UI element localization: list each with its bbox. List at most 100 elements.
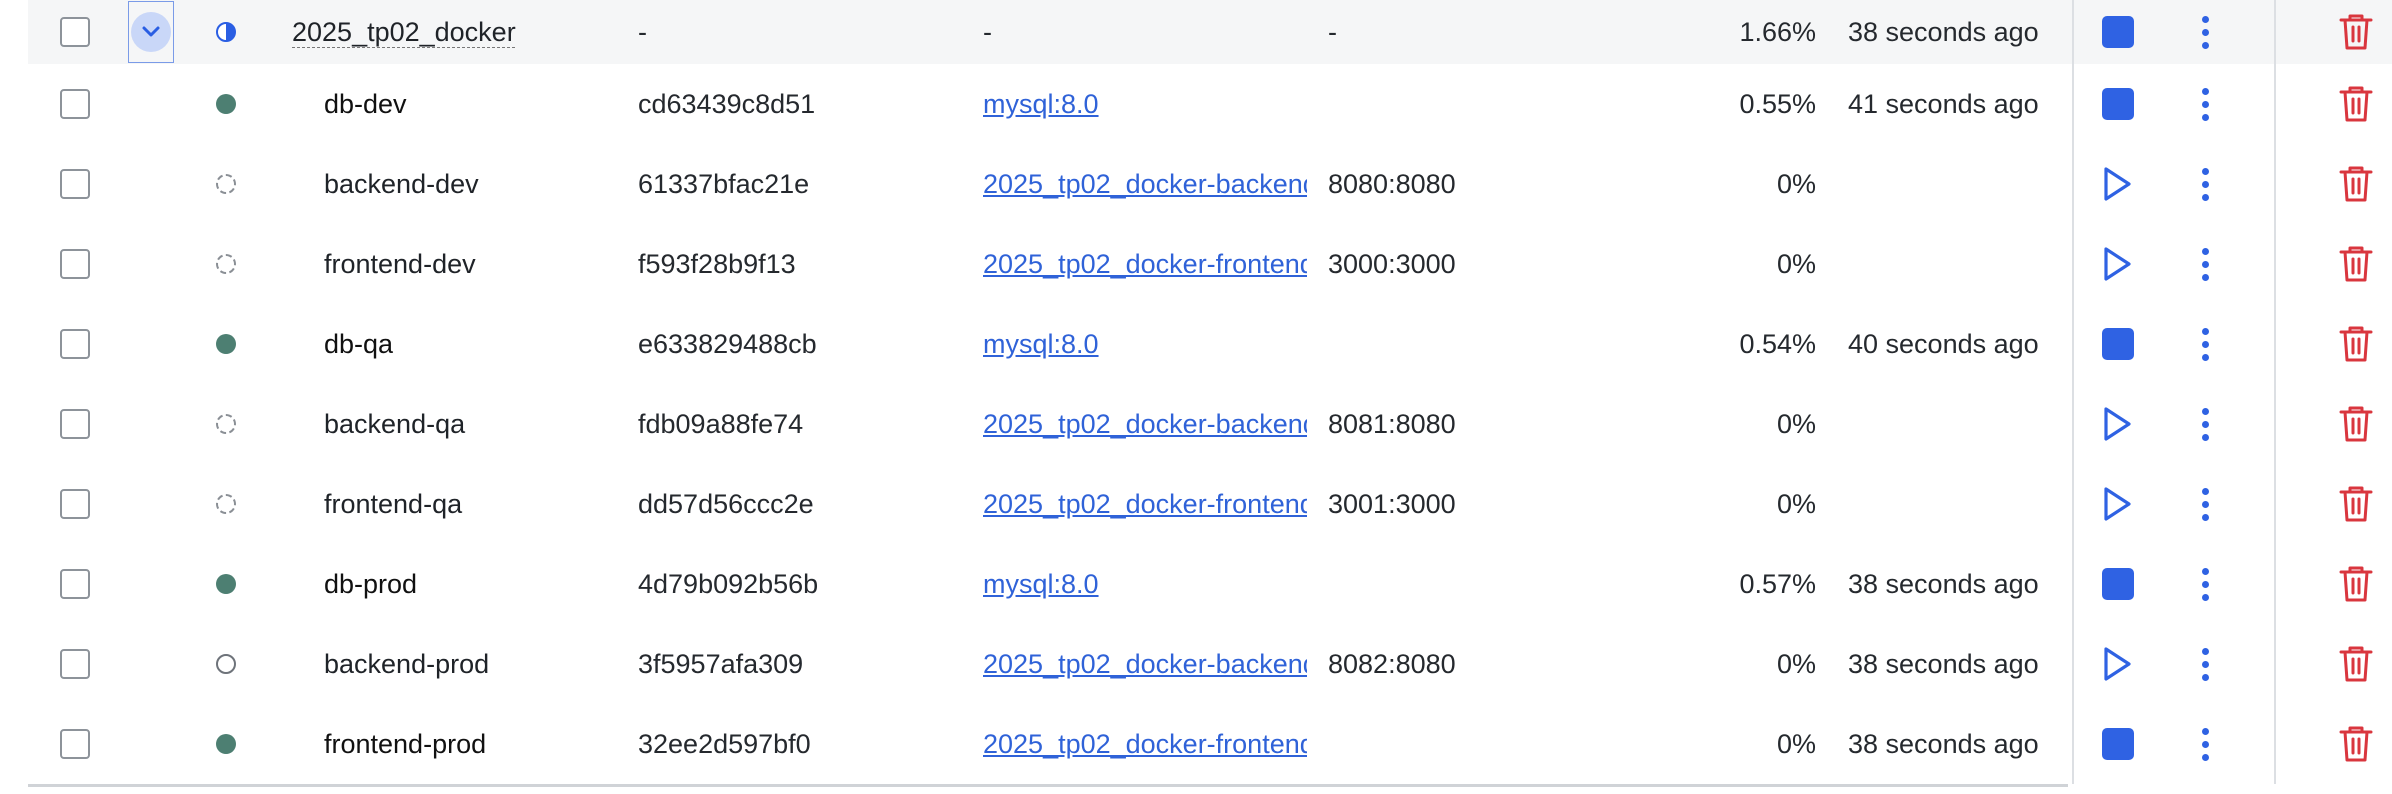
status-exited-icon — [216, 254, 236, 274]
select-checkbox[interactable] — [60, 169, 90, 199]
image-link[interactable]: 2025_tp02_docker-backend — [983, 384, 1307, 464]
divider — [2072, 544, 2074, 624]
select-checkbox[interactable] — [60, 649, 90, 679]
container-name[interactable]: backend-qa — [324, 384, 465, 464]
cpu: 0% — [1776, 248, 1816, 279]
expand-toggle[interactable] — [128, 1, 174, 63]
play-icon[interactable] — [2102, 406, 2132, 442]
compose-group-row[interactable]: 2025_tp02_docker - - - 1.66% 38 seconds … — [28, 0, 2392, 64]
status-cell — [216, 304, 236, 384]
container-row[interactable]: backend-prod 3f5957afa309 2025_tp02_dock… — [28, 624, 2392, 704]
status-running-icon — [216, 334, 236, 354]
last-started: 38 seconds ago — [1848, 16, 2039, 47]
select-checkbox[interactable] — [60, 17, 90, 47]
play-icon[interactable] — [2102, 246, 2132, 282]
cpu: 0% — [1776, 408, 1816, 439]
kebab-menu-icon[interactable] — [2202, 87, 2209, 121]
container-row[interactable]: frontend-qa dd57d56ccc2e 2025_tp02_docke… — [28, 464, 2392, 544]
container-row[interactable]: db-dev cd63439c8d51 mysql:8.0 0.55% 41 s… — [28, 64, 2392, 144]
action-cell — [2102, 464, 2132, 544]
trash-icon[interactable] — [2339, 165, 2373, 203]
trash-icon[interactable] — [2339, 725, 2373, 763]
select-checkbox[interactable] — [60, 249, 90, 279]
trash-icon[interactable] — [2339, 405, 2373, 443]
trash-icon[interactable] — [2339, 565, 2373, 603]
trash-icon[interactable] — [2339, 13, 2373, 51]
divider — [2274, 544, 2276, 624]
image-link[interactable]: 2025_tp02_docker-backend — [983, 144, 1307, 224]
container-row[interactable]: backend-dev 61337bfac21e 2025_tp02_docke… — [28, 144, 2392, 224]
kebab-menu-icon[interactable] — [2202, 487, 2209, 521]
ports[interactable]: 8082:8080 — [1328, 624, 1456, 704]
container-id: 32ee2d597bf0 — [638, 728, 811, 759]
kebab-menu-icon[interactable] — [2202, 167, 2209, 201]
stop-icon[interactable] — [2102, 88, 2134, 120]
more-cell — [2202, 384, 2209, 464]
container-name[interactable]: frontend-prod — [324, 704, 486, 784]
kebab-menu-icon[interactable] — [2202, 247, 2209, 281]
cpu: 1.66% — [1739, 16, 1816, 47]
divider — [2072, 624, 2074, 704]
cpu: 0.55% — [1739, 88, 1816, 119]
cpu: 0% — [1776, 648, 1816, 679]
ports[interactable]: 8080:8080 — [1328, 144, 1456, 224]
stop-icon[interactable] — [2102, 568, 2134, 600]
trash-icon[interactable] — [2339, 245, 2373, 283]
delete-cell — [2339, 704, 2373, 784]
container-row[interactable]: db-qa e633829488cb mysql:8.0 0.54% 40 se… — [28, 304, 2392, 384]
kebab-menu-icon[interactable] — [2202, 327, 2209, 361]
play-icon[interactable] — [2102, 486, 2132, 522]
select-checkbox[interactable] — [60, 329, 90, 359]
select-checkbox[interactable] — [60, 489, 90, 519]
select-checkbox-cell — [60, 704, 90, 784]
stop-icon[interactable] — [2102, 728, 2134, 760]
group-name[interactable]: 2025_tp02_docker — [292, 0, 516, 64]
kebab-menu-icon[interactable] — [2202, 567, 2209, 601]
ports[interactable]: 8081:8080 — [1328, 384, 1456, 464]
container-name[interactable]: backend-dev — [324, 144, 479, 224]
container-name[interactable]: backend-prod — [324, 624, 489, 704]
kebab-menu-icon[interactable] — [2202, 15, 2209, 49]
select-checkbox[interactable] — [60, 89, 90, 119]
trash-icon[interactable] — [2339, 325, 2373, 363]
image-link[interactable]: 2025_tp02_docker-backend — [983, 624, 1307, 704]
container-row[interactable]: db-prod 4d79b092b56b mysql:8.0 0.57% 38 … — [28, 544, 2392, 624]
container-name[interactable]: frontend-dev — [324, 224, 476, 304]
image-link[interactable]: 2025_tp02_docker-frontend — [983, 224, 1307, 304]
select-checkbox[interactable] — [60, 409, 90, 439]
container-name[interactable]: db-prod — [324, 544, 417, 624]
image-link[interactable]: mysql:8.0 — [983, 64, 1099, 144]
container-row[interactable]: frontend-dev f593f28b9f13 2025_tp02_dock… — [28, 224, 2392, 304]
play-icon[interactable] — [2102, 646, 2132, 682]
trash-icon[interactable] — [2339, 85, 2373, 123]
container-name[interactable]: frontend-qa — [324, 464, 462, 544]
kebab-menu-icon[interactable] — [2202, 407, 2209, 441]
container-row[interactable]: backend-qa fdb09a88fe74 2025_tp02_docker… — [28, 384, 2392, 464]
ports[interactable]: 3001:3000 — [1328, 464, 1456, 544]
ports: - — [1328, 16, 1337, 47]
action-cell — [2102, 144, 2132, 224]
image-link[interactable]: 2025_tp02_docker-frontend — [983, 704, 1307, 784]
play-icon[interactable] — [2102, 166, 2132, 202]
trash-icon[interactable] — [2339, 645, 2373, 683]
trash-icon[interactable] — [2339, 485, 2373, 523]
container-name[interactable]: db-dev — [324, 64, 407, 144]
action-cell — [2102, 304, 2134, 384]
stop-icon[interactable] — [2102, 328, 2134, 360]
kebab-menu-icon[interactable] — [2202, 727, 2209, 761]
select-checkbox-cell — [60, 384, 90, 464]
more-cell — [2202, 544, 2209, 624]
image-link[interactable]: 2025_tp02_docker-frontend — [983, 464, 1307, 544]
more-cell — [2202, 464, 2209, 544]
image-link[interactable]: mysql:8.0 — [983, 304, 1099, 384]
container-name[interactable]: db-qa — [324, 304, 393, 384]
select-checkbox[interactable] — [60, 569, 90, 599]
select-checkbox[interactable] — [60, 729, 90, 759]
cpu: 0% — [1776, 728, 1816, 759]
stop-icon[interactable] — [2102, 16, 2134, 48]
container-row[interactable]: frontend-prod 32ee2d597bf0 2025_tp02_doc… — [28, 704, 2392, 784]
image-link[interactable]: mysql:8.0 — [983, 544, 1099, 624]
container-id: 61337bfac21e — [638, 168, 810, 199]
kebab-menu-icon[interactable] — [2202, 647, 2209, 681]
ports[interactable]: 3000:3000 — [1328, 224, 1456, 304]
